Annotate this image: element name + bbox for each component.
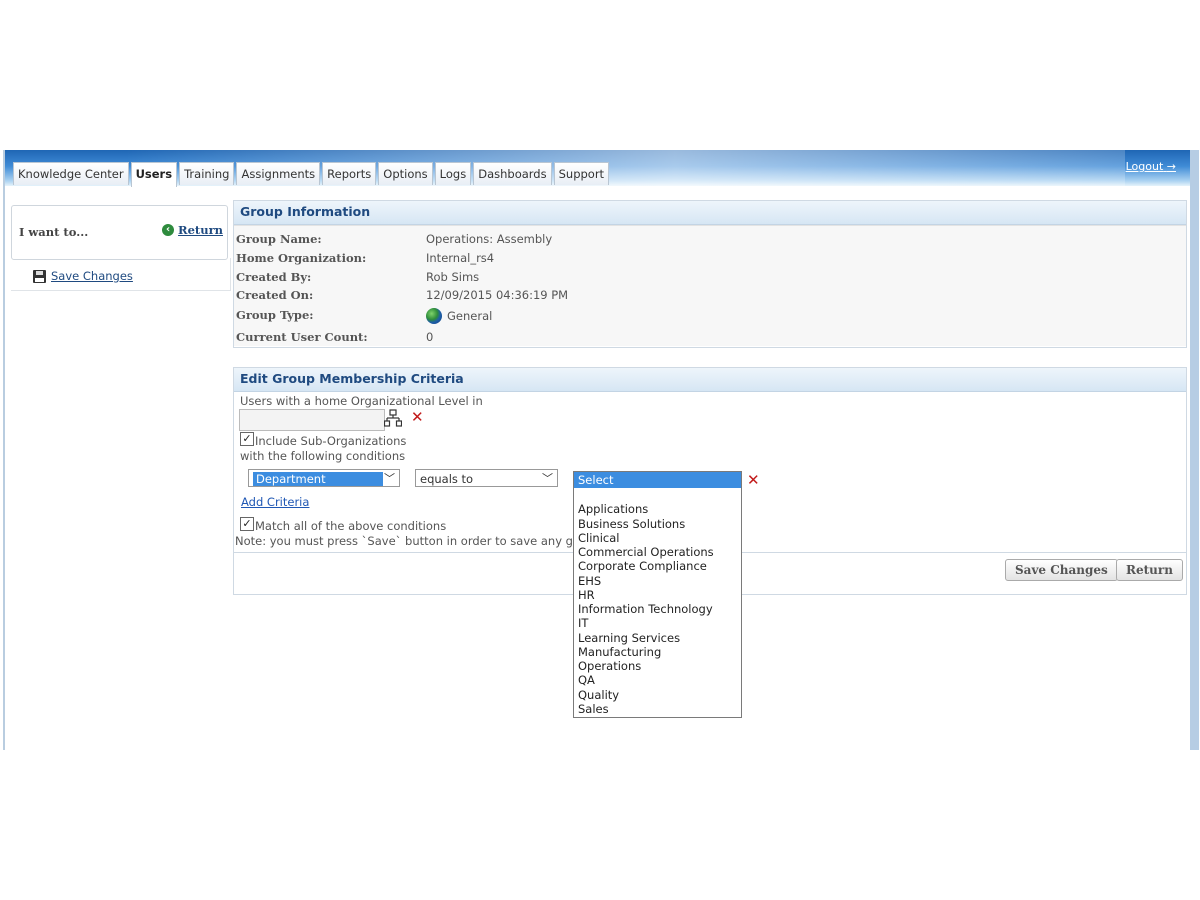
dropdown-option[interactable]: Corporate Compliance: [578, 559, 714, 573]
i-want-to-panel: I want to... ‹ Return: [11, 205, 228, 260]
floppy-disk-icon: [33, 269, 46, 283]
tab-reports[interactable]: Reports: [322, 162, 377, 185]
chevron-down-icon: ﹀: [542, 472, 553, 485]
field-value: General: [447, 309, 493, 323]
return-link[interactable]: ‹ Return: [162, 223, 223, 237]
match-all-checkbox[interactable]: ✓: [240, 517, 254, 531]
dropdown-option[interactable]: QA: [578, 673, 714, 687]
add-criteria-link[interactable]: Add Criteria: [241, 495, 309, 509]
dropdown-option[interactable]: Business Solutions: [578, 517, 714, 531]
group-information-body: Group Name: Operations: Assembly Home Or…: [234, 225, 1186, 346]
dropdown-option[interactable]: Information Technology: [578, 602, 714, 616]
logout-arrow-icon: →: [1166, 160, 1176, 173]
logout-label: Logout: [1125, 160, 1164, 173]
match-all-label: Match all of the above conditions: [255, 519, 447, 533]
conditions-label: with the following conditions: [240, 449, 406, 463]
tab-dashboards[interactable]: Dashboards: [473, 162, 552, 185]
logout-link[interactable]: Logout →: [1126, 160, 1176, 173]
field-label: Home Organization:: [236, 251, 367, 265]
dropdown-option[interactable]: Applications: [578, 502, 714, 516]
field-label: Group Name:: [236, 232, 322, 246]
operator-select[interactable]: equals to ﹀: [415, 469, 558, 487]
dropdown-option[interactable]: Learning Services: [578, 631, 714, 645]
org-tree-icon[interactable]: [384, 409, 402, 427]
main-tabs: Knowledge Center Users Training Assignme…: [13, 162, 610, 187]
tab-logs[interactable]: Logs: [434, 162, 472, 185]
field-value-wrap: General: [426, 308, 492, 324]
tab-knowledge-center[interactable]: Knowledge Center: [13, 162, 129, 185]
operator-select-value: equals to: [420, 472, 474, 486]
back-arrow-icon: ‹: [162, 224, 175, 236]
save-note: Note: you must press `Save` button in or…: [235, 534, 600, 548]
value-options-list: Applications Business Solutions Clinical…: [578, 488, 714, 716]
include-sub-orgs-checkbox[interactable]: ✓: [240, 432, 254, 446]
dropdown-option[interactable]: Sales: [578, 702, 714, 716]
globe-icon: [426, 308, 442, 324]
tab-training[interactable]: Training: [179, 162, 235, 185]
clear-org-icon[interactable]: ✕: [411, 410, 424, 425]
field-select-value: Department: [253, 472, 383, 486]
tab-support[interactable]: Support: [553, 162, 610, 185]
field-label: Group Type:: [236, 308, 314, 322]
dropdown-option[interactable]: Clinical: [578, 531, 714, 545]
tab-users[interactable]: Users: [130, 162, 178, 187]
dropdown-option[interactable]: Operations: [578, 659, 714, 673]
tab-options[interactable]: Options: [378, 162, 433, 185]
field-value: Rob Sims: [426, 270, 480, 284]
field-label: Current User Count:: [236, 330, 368, 344]
field-value: Operations: Assembly: [426, 232, 553, 246]
membership-criteria-title: Edit Group Membership Criteria: [234, 368, 1186, 392]
save-changes-button[interactable]: Save Changes: [1005, 559, 1118, 581]
field-value: 0: [426, 330, 434, 344]
dropdown-option[interactable]: IT: [578, 616, 714, 630]
dropdown-option[interactable]: EHS: [578, 574, 714, 588]
field-select[interactable]: Department ﹀: [248, 469, 400, 487]
include-sub-orgs-label: Include Sub-Organizations: [255, 434, 407, 448]
return-button[interactable]: Return: [1116, 559, 1183, 581]
org-level-label: Users with a home Organizational Level i…: [240, 394, 483, 408]
dropdown-option-blank[interactable]: [578, 488, 714, 502]
field-label: Created On:: [236, 288, 314, 302]
field-value: 12/09/2015 04:36:19 PM: [426, 288, 569, 302]
group-information-title: Group Information: [234, 201, 1186, 225]
i-want-to-label: I want to...: [19, 225, 89, 239]
dropdown-option[interactable]: Manufacturing: [578, 645, 714, 659]
value-select-dropdown[interactable]: Select Applications Business Solutions C…: [573, 471, 742, 718]
dropdown-option[interactable]: Commercial Operations: [578, 545, 714, 559]
save-changes-label: Save Changes: [51, 269, 133, 283]
tab-assignments[interactable]: Assignments: [236, 162, 321, 185]
dropdown-option[interactable]: HR: [578, 588, 714, 602]
remove-condition-icon[interactable]: ✕: [747, 473, 760, 488]
group-information-panel: Group Information Group Name: Operations…: [233, 200, 1187, 348]
top-banner: Knowledge Center Users Training Assignme…: [5, 150, 1190, 187]
chevron-down-icon: ﹀: [384, 472, 395, 485]
dropdown-option[interactable]: Quality: [578, 688, 714, 702]
save-changes-link[interactable]: Save Changes: [33, 269, 133, 283]
org-level-input[interactable]: [239, 409, 385, 431]
value-select-current[interactable]: Select: [574, 472, 741, 488]
field-label: Created By:: [236, 270, 312, 284]
field-value: Internal_rs4: [426, 251, 495, 265]
return-label: Return: [178, 223, 223, 237]
